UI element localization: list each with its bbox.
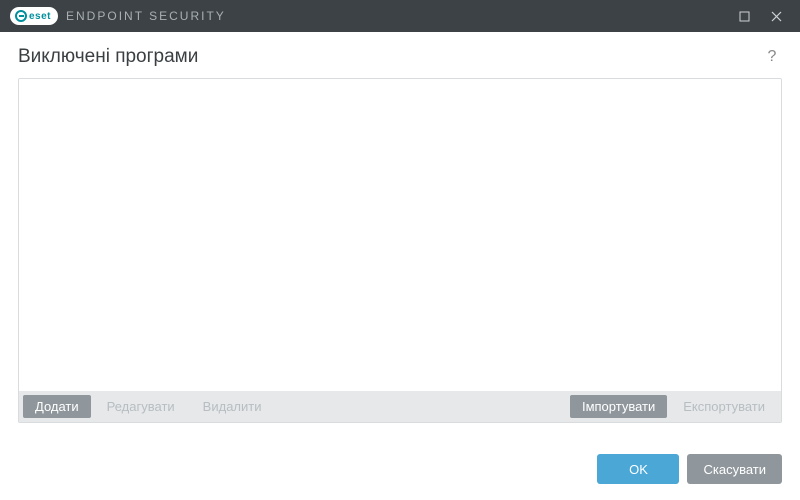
edit-button: Редагувати [95, 395, 187, 418]
brand-text: eset [29, 11, 51, 22]
export-button: Експортувати [671, 395, 777, 418]
product-name: ENDPOINT SECURITY [66, 9, 226, 23]
window-close-button[interactable] [760, 0, 792, 32]
exclusions-panel: Додати Редагувати Видалити Імпортувати Е… [18, 78, 782, 423]
ok-button[interactable]: OK [597, 454, 679, 484]
close-icon [771, 11, 782, 22]
brand-icon [15, 10, 27, 22]
titlebar: eset ENDPOINT SECURITY [0, 0, 800, 32]
exclusions-list[interactable] [19, 79, 781, 391]
footer: OK Скасувати [0, 440, 800, 500]
window-maximize-button[interactable] [728, 0, 760, 32]
list-toolbar: Додати Редагувати Видалити Імпортувати Е… [19, 391, 781, 422]
delete-button: Видалити [191, 395, 274, 418]
help-icon: ? [768, 48, 777, 66]
import-button[interactable]: Імпортувати [570, 395, 667, 418]
content: Додати Редагувати Видалити Імпортувати Е… [0, 78, 800, 423]
header: Виключені програми ? [0, 32, 800, 78]
add-button[interactable]: Додати [23, 395, 91, 418]
cancel-button[interactable]: Скасувати [687, 454, 782, 484]
maximize-icon [739, 11, 750, 22]
help-button[interactable]: ? [762, 47, 782, 67]
brand-logo: eset [10, 7, 58, 25]
page-title: Виключені програми [18, 46, 198, 68]
